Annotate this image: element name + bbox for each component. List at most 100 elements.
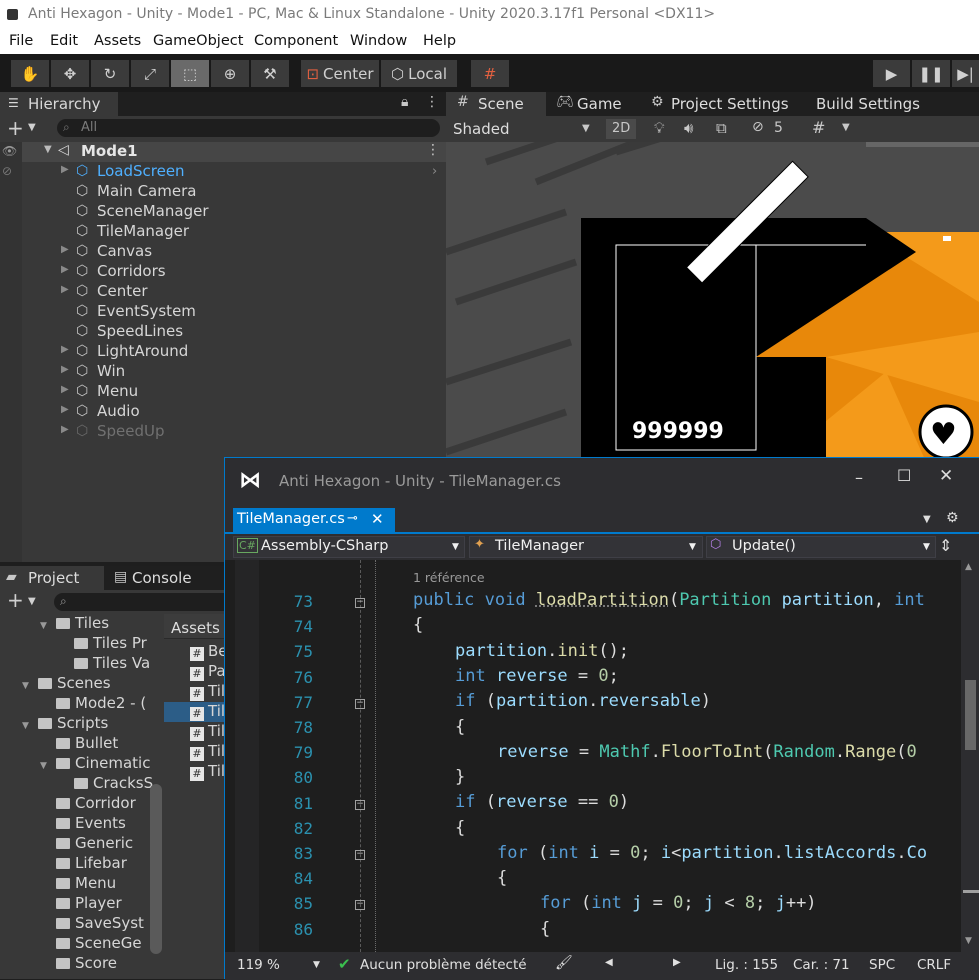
add-icon[interactable]: +	[7, 588, 24, 612]
hierarchy-search-input[interactable]: ⌕ All	[57, 119, 440, 137]
shading-dropdown[interactable]: Shaded ▼	[446, 116, 598, 142]
expand-arrow-icon[interactable]: ▶	[61, 384, 69, 395]
issues-status[interactable]: Aucun problème détecté	[360, 957, 527, 973]
grid-snap-button[interactable]: #	[471, 60, 509, 87]
lighting-icon[interactable]: 💡︎	[654, 119, 665, 137]
member-dropdown[interactable]: ⬡ Update() ▼	[706, 536, 936, 558]
folder-tree-item[interactable]: Corridor	[40, 794, 136, 814]
tab-scene[interactable]: # Scene	[446, 92, 546, 116]
folder-tree-item[interactable]: SaveSyst	[40, 914, 144, 934]
pivot-center-toggle[interactable]: ⊡ Center	[301, 60, 379, 87]
more-menu-icon[interactable]: ⋮	[425, 94, 439, 110]
rotate-tool-button[interactable]: ↻	[91, 60, 129, 87]
code-editor[interactable]: 1 référence 73 74 75 76 77 78 79 80 81 82 83 84 85 86…	[225, 560, 961, 952]
asset-file-item[interactable]: # Pa	[164, 662, 226, 682]
folder-tree-item[interactable]: Tiles Pr	[58, 634, 147, 654]
folder-tree-item[interactable]: Menu	[40, 874, 116, 894]
chevron-down-icon[interactable]: ▼	[923, 514, 931, 525]
project-dropdown[interactable]: C# Assembly-CSharp ▼	[233, 536, 465, 558]
gear-icon[interactable]: ⚙	[946, 510, 959, 526]
hierarchy-item[interactable]: ▶ ⬡ LoadScreen ›	[0, 162, 446, 182]
brush-icon[interactable]: 🖌︎	[555, 955, 573, 971]
hierarchy-item[interactable]: ⬡ EventSystem	[0, 302, 446, 322]
folder-tree-item[interactable]: Player	[40, 894, 122, 914]
folder-tree-item[interactable]: Lifebar	[40, 854, 127, 874]
line-ending[interactable]: CRLF	[917, 957, 951, 973]
transform-tool-button[interactable]: ⊕	[211, 60, 249, 87]
expand-arrow-icon[interactable]: ▼	[40, 761, 56, 771]
chevron-down-icon[interactable]: ▼	[842, 122, 850, 133]
menu-window[interactable]: Window	[350, 33, 407, 49]
scroll-right-icon[interactable]: ▶	[673, 957, 681, 968]
chevron-down-icon[interactable]: ▼	[28, 122, 36, 133]
chevron-down-icon[interactable]: ▼	[28, 596, 36, 607]
menu-component[interactable]: Component	[254, 33, 338, 49]
collapse-region-icon[interactable]: −	[355, 850, 365, 860]
class-dropdown[interactable]: ✦ TileManager ▼	[469, 536, 703, 558]
hierarchy-item[interactable]: ▶ ⬡ Center	[0, 282, 446, 302]
asset-file-item[interactable]: # Til	[164, 682, 225, 702]
pin-icon[interactable]: ⊸	[347, 511, 358, 526]
hierarchy-item[interactable]: ⬡ Main Camera	[0, 182, 446, 202]
chevron-down-icon[interactable]: ▼	[313, 960, 320, 970]
hierarchy-item[interactable]: ▶ ⬡ Menu	[0, 382, 446, 402]
tab-project[interactable]: ▰ Project	[0, 566, 104, 590]
collapse-region-icon[interactable]: −	[355, 900, 365, 911]
close-icon[interactable]: ✕	[939, 466, 953, 486]
expand-arrow-icon[interactable]: ▶	[61, 364, 69, 375]
hand-tool-button[interactable]: ✋	[11, 60, 49, 87]
assets-breadcrumb[interactable]: Assets	[164, 614, 224, 639]
audio-icon[interactable]: 🔊︎	[684, 119, 693, 137]
folder-tree-item[interactable]: ▼ Cinematic	[40, 754, 150, 774]
pause-button[interactable]: ❚❚	[912, 60, 950, 87]
folder-tree-item[interactable]: Score	[40, 954, 117, 974]
expand-arrow-icon[interactable]: ▶	[61, 244, 69, 255]
vertical-scrollbar[interactable]: ▲ ▼	[961, 560, 979, 952]
gizmo-grid-icon[interactable]: #	[812, 118, 825, 137]
tab-console[interactable]: ▤ Console	[110, 566, 220, 590]
zoom-level[interactable]: 119 %	[237, 957, 280, 973]
asset-file-item[interactable]: # Til	[164, 722, 225, 742]
expand-arrow-icon[interactable]: ▶	[61, 344, 69, 355]
scroll-left-icon[interactable]: ◀	[605, 957, 613, 968]
tree-scrollbar[interactable]	[150, 784, 162, 954]
expand-arrow-icon[interactable]: ▼	[22, 681, 38, 691]
folder-tree-item[interactable]: ▼ Tiles	[40, 614, 109, 634]
folder-tree-item[interactable]: SceneGe	[40, 934, 142, 954]
maximize-icon[interactable]: ☐	[897, 466, 911, 485]
eye-icon[interactable]: 👁︎	[2, 144, 17, 158]
hierarchy-item[interactable]: ▶ ⬡ Audio	[0, 402, 446, 422]
hierarchy-item[interactable]: ▶ ⬡ Win	[0, 362, 446, 382]
scale-tool-button[interactable]: ⤢	[131, 60, 169, 87]
custom-tool-button[interactable]: ⚒	[251, 60, 289, 87]
folder-tree-item[interactable]: Mode2 - (	[40, 694, 146, 714]
minimize-icon[interactable]: –	[855, 468, 863, 487]
asset-file-item[interactable]: # Be	[164, 642, 228, 662]
expand-arrow-icon[interactable]: ▼	[40, 621, 56, 631]
hierarchy-item[interactable]: ▶ ⬡ SpeedUp	[0, 422, 446, 442]
space-local-toggle[interactable]: ⬡ Local	[381, 60, 457, 87]
expand-arrow-icon[interactable]: ▶	[61, 424, 69, 435]
close-tab-icon[interactable]: ✕	[371, 510, 384, 528]
asset-file-item[interactable]: # Til	[164, 702, 225, 722]
menu-edit[interactable]: Edit	[50, 33, 78, 49]
step-button[interactable]: ▶|	[952, 60, 979, 87]
move-tool-button[interactable]: ✥	[51, 60, 89, 87]
add-icon[interactable]: +	[7, 116, 24, 140]
scroll-up-icon[interactable]: ▲	[965, 562, 972, 572]
menu-help[interactable]: Help	[423, 33, 456, 49]
tab-build-settings[interactable]: Build Settings	[814, 92, 934, 116]
collapse-region-icon[interactable]: −	[355, 698, 365, 709]
eye-hidden-icon[interactable]: ⊘	[2, 164, 12, 178]
menu-assets[interactable]: Assets	[94, 33, 141, 49]
asset-file-item[interactable]: # Til	[164, 742, 225, 762]
tab-hierarchy[interactable]: ☰ Hierarchy	[0, 92, 118, 116]
spacing-mode[interactable]: SPC	[869, 957, 895, 973]
collapse-region-icon[interactable]: −	[355, 598, 365, 608]
project-search-input[interactable]: ⌕	[54, 593, 224, 611]
hierarchy-item[interactable]: ⬡ SceneManager	[0, 202, 446, 222]
play-button[interactable]: ▶	[873, 60, 910, 87]
expand-arrow-icon[interactable]: ▼	[44, 144, 52, 155]
tab-game[interactable]: 🎮︎ Game	[554, 92, 644, 116]
collapse-region-icon[interactable]: −	[355, 799, 365, 810]
